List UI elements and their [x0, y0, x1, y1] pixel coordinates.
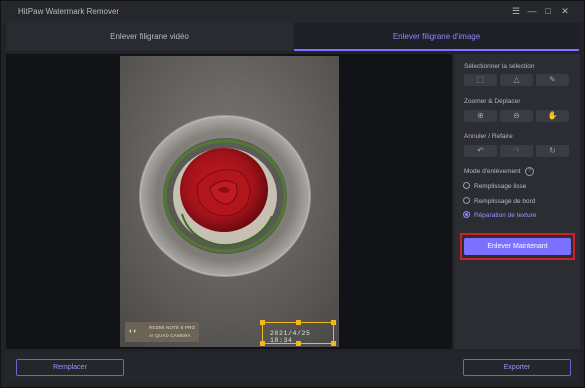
resize-handle-tr[interactable] [331, 320, 336, 325]
resize-handle-tl[interactable] [260, 320, 265, 325]
rectangle-select-icon[interactable]: ⬚ [464, 74, 497, 86]
radio-selected-icon [463, 211, 470, 218]
reset-icon[interactable]: ↻ [536, 145, 569, 157]
close-icon[interactable]: ✕ [559, 5, 571, 17]
maximize-icon[interactable]: □ [542, 5, 554, 17]
mode-edge-fill[interactable]: Remplissage de bord [463, 197, 535, 205]
watermark-selection-box[interactable]: 2021/4/25 18:34 [260, 320, 336, 346]
zoom-out-icon[interactable]: ⊖ [500, 110, 533, 122]
undo-icon[interactable]: ↶ [464, 145, 497, 157]
photo-preview[interactable]: ◐◐ REDMI NOTE 8 PRO AI QUAD CAMERA 2021/… [120, 56, 339, 347]
polygon-select-icon[interactable]: △ [500, 74, 533, 86]
camera-logo-icon: ◐◐ [129, 328, 138, 335]
mode-label: Réparation de texture [474, 212, 537, 219]
minimize-icon[interactable]: — [526, 5, 538, 17]
date-watermark: 2021/4/25 18:34 [270, 330, 311, 344]
help-icon[interactable]: ? [525, 167, 534, 176]
tab-image-watermark[interactable]: Enlever filigrane d'image [294, 23, 579, 51]
tab-video-watermark[interactable]: Enlever filigrane vidéo [6, 23, 293, 51]
resize-handle-bm[interactable] [296, 341, 301, 346]
camera-watermark: ◐◐ REDMI NOTE 8 PRO AI QUAD CAMERA [125, 322, 199, 342]
mode-title: Mode d'enlèvement [464, 168, 521, 175]
resize-handle-bl[interactable] [260, 341, 265, 346]
app-window: HitPaw Watermark Remover ☰ — □ ✕ Enlever… [0, 0, 585, 388]
mode-texture-repair[interactable]: Réparation de texture [463, 211, 537, 219]
export-button[interactable]: Exporter [463, 359, 571, 376]
radio-icon [463, 182, 470, 189]
selection-title: Sélectionner la sélection [464, 63, 535, 70]
footer-bar: Remplacer Exporter [6, 352, 579, 382]
zoom-in-icon[interactable]: ⊕ [464, 110, 497, 122]
title-bar: HitPaw Watermark Remover ☰ — □ ✕ [1, 1, 584, 23]
resize-handle-tm[interactable] [296, 320, 301, 325]
mode-tabs: Enlever filigrane vidéo Enlever filigran… [6, 23, 579, 51]
redo-icon[interactable]: ↷ [500, 145, 533, 157]
radio-icon [463, 197, 470, 204]
resize-handle-br[interactable] [331, 341, 336, 346]
menu-icon[interactable]: ☰ [510, 5, 522, 17]
window-title: HitPaw Watermark Remover [18, 7, 120, 16]
zoom-title: Zoomer & Déplacer [464, 98, 521, 105]
tools-panel: Sélectionner la sélection ⬚ △ ✎ Zoomer &… [454, 54, 580, 349]
camera-watermark-line1: REDMI NOTE 8 PRO [149, 325, 196, 330]
mode-label: Remplissage de bord [474, 198, 536, 205]
remove-now-button[interactable]: Enlever Maintenant [464, 238, 571, 255]
remove-button-highlight: Enlever Maintenant [460, 233, 575, 260]
replace-button[interactable]: Remplacer [16, 359, 124, 376]
undo-title: Annuler / Refaire [464, 133, 513, 140]
mode-smooth-fill[interactable]: Remplissage lisse [463, 182, 526, 190]
hand-pan-icon[interactable]: ✋ [536, 110, 569, 122]
camera-watermark-line2: AI QUAD CAMERA [149, 333, 191, 338]
mode-label: Remplissage lisse [474, 183, 527, 190]
brush-select-icon[interactable]: ✎ [536, 74, 569, 86]
